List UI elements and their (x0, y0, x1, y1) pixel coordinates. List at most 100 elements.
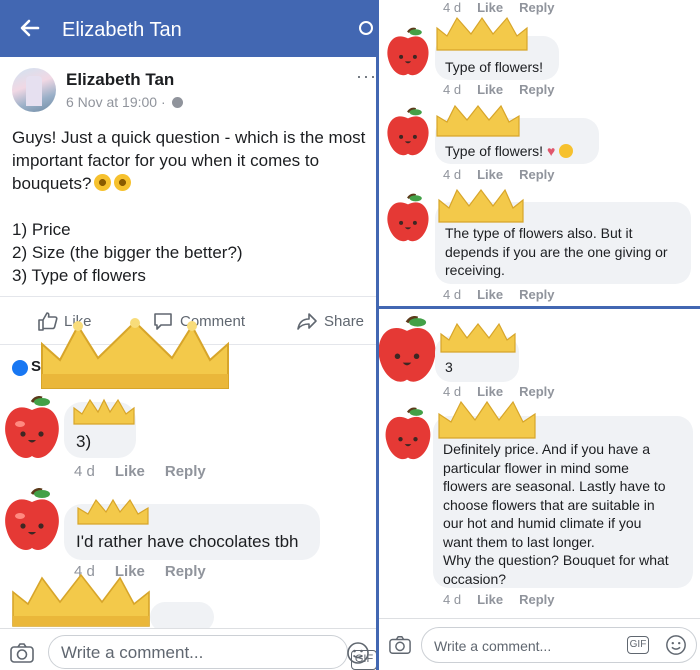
comment-time: 4 d (443, 82, 462, 97)
comment-time: 4 d (74, 463, 95, 480)
comment-composer: Write a comment... GIF (0, 628, 376, 670)
comment-reply-link[interactable]: Reply (519, 592, 554, 607)
comment-meta: 4 d Like Reply (443, 82, 555, 97)
comment-text: Type of flowers! (445, 59, 544, 75)
crown-sticker-icon (73, 398, 135, 425)
share-arrow-icon (297, 313, 317, 330)
comment-time: 4 d (443, 592, 462, 607)
gif-icon[interactable]: GIF (627, 636, 649, 654)
avatar[interactable] (12, 68, 56, 112)
option-size: 2) Size (the bigger the better?) (12, 243, 243, 262)
comment-line: want them to last longer. (443, 533, 595, 550)
apple-sticker-icon (5, 396, 59, 458)
globe-icon (171, 97, 183, 108)
crown-sticker-icon (77, 498, 149, 525)
more-options-icon[interactable]: ··· (356, 66, 376, 87)
post-text-line-part: bouquets? (12, 174, 92, 193)
comment-line: occasion? (443, 570, 507, 587)
comment-reply-link[interactable]: Reply (519, 0, 554, 15)
comment-reply-link[interactable]: Reply (519, 287, 554, 302)
comment-input-placeholder: Write a comment... (61, 643, 204, 662)
comment-text: 3 (445, 359, 453, 375)
comment-time: 4 d (443, 0, 462, 15)
comment-like-link[interactable]: Like (477, 82, 503, 97)
search-icon[interactable] (358, 20, 376, 38)
comment-text: I'd rather have chocolates tbh (76, 532, 299, 551)
crown-sticker-icon (12, 573, 150, 627)
comment-meta: 4 d Like Reply (443, 0, 555, 15)
comment-text-row: Type of flowers! ♥ (445, 142, 574, 161)
comment-like-link[interactable]: Like (477, 167, 503, 182)
back-arrow-icon[interactable] (18, 16, 42, 40)
comment-composer: Write a comment... GIF (379, 618, 700, 670)
comment-text: Type of flowers! (445, 143, 544, 159)
comment-line: receiving. (445, 262, 505, 278)
right-screenshot: 4 d Like Reply Type of flowers! 4 d Like Rep… (376, 0, 700, 670)
crown-sticker-icon (436, 104, 520, 137)
comment-input[interactable]: Write a comment... (421, 627, 697, 663)
crown-sticker-icon (436, 16, 528, 51)
comment-like-link[interactable]: Like (477, 384, 503, 399)
share-button[interactable]: Share (296, 310, 364, 332)
crown-sticker-icon (438, 400, 536, 439)
comment-reply-link[interactable]: Reply (165, 463, 206, 480)
comment-line: Definitely price. And if you have a (443, 441, 651, 457)
comment-text: 3) (76, 432, 92, 451)
comment-text: Definitely price. And if you have a part… (443, 440, 669, 588)
post-time-text: 6 Nov at 19:00 · (66, 94, 170, 110)
emoji-icon[interactable] (346, 641, 370, 665)
divider (0, 296, 376, 297)
comment-like-link[interactable]: Like (477, 0, 503, 15)
comment-time: 4 d (443, 287, 462, 302)
header-bar: Elizabeth Tan (0, 0, 376, 57)
left-screenshot: Elizabeth Tan Elizabeth Tan 6 Nov at 19:… (0, 0, 376, 670)
comment-meta: 4 d Like Reply (443, 287, 555, 302)
camera-icon[interactable] (389, 635, 411, 655)
comment-reply-link[interactable]: Reply (165, 563, 206, 580)
crown-sticker-icon (438, 188, 524, 223)
sunflower-emoji-icon (114, 174, 132, 191)
comment-reply-link[interactable]: Reply (519, 167, 554, 182)
heart-emoji-icon: ♥ (546, 143, 556, 159)
comment-like-link[interactable]: Like (115, 463, 145, 480)
crown-sticker-icon (440, 322, 516, 353)
comment-like-link[interactable]: Like (477, 287, 503, 302)
apple-sticker-icon (5, 488, 59, 550)
comment-input[interactable]: Write a comment... GIF (48, 635, 376, 670)
post-text: Guys! Just a quick question - which is t… (12, 126, 376, 195)
sunflower-emoji-icon (94, 174, 112, 191)
option-type: 3) Type of flowers (12, 266, 146, 285)
comment-line: The type of flowers also. But it (445, 225, 633, 241)
comment-time: 4 d (443, 384, 462, 399)
comment-text: The type of flowers also. But it depends… (445, 224, 668, 280)
comment-like-link[interactable]: Like (477, 592, 503, 607)
screenshot-seam (379, 306, 700, 309)
comment-reply-link[interactable]: Reply (519, 384, 554, 399)
post-text-line: bouquets? (12, 172, 376, 195)
camera-icon[interactable] (10, 643, 34, 663)
comment-line: depends if you are the one giving or (445, 243, 668, 260)
emoji-icon[interactable] (665, 634, 687, 656)
comment-meta: 4 d Like Reply (443, 167, 555, 182)
comment-meta: 4 d Like Reply (443, 592, 555, 607)
apple-sticker-icon (387, 107, 429, 156)
option-price: 1) Price (12, 220, 71, 239)
apple-sticker-icon (379, 316, 436, 382)
apple-sticker-icon (385, 407, 431, 460)
post-timestamp: 6 Nov at 19:00 · (66, 94, 183, 110)
comment-time: 4 d (443, 167, 462, 182)
post-text-line: Guys! Just a quick question - which is t… (12, 128, 366, 147)
comment-line: particular flower in mind some (443, 459, 629, 476)
comment-meta: 4 d Like Reply (443, 384, 555, 399)
share-label: Share (324, 312, 365, 330)
comment-reply-link[interactable]: Reply (519, 82, 554, 97)
like-reaction-icon[interactable] (12, 360, 28, 376)
smiley-emoji-icon (559, 144, 574, 158)
comment-line: flowers are seasonal. Lastly have to (443, 478, 666, 494)
post-author[interactable]: Elizabeth Tan (66, 70, 174, 90)
crown-sticker-icon (41, 318, 229, 389)
post-options-list: 1) Price 2) Size (the bigger the better?… (12, 218, 243, 287)
comment-line: choose flowers that are suitable in (443, 496, 655, 513)
post-text-line: important factor for you when it comes t… (12, 151, 320, 170)
header-title: Elizabeth Tan (62, 19, 182, 41)
